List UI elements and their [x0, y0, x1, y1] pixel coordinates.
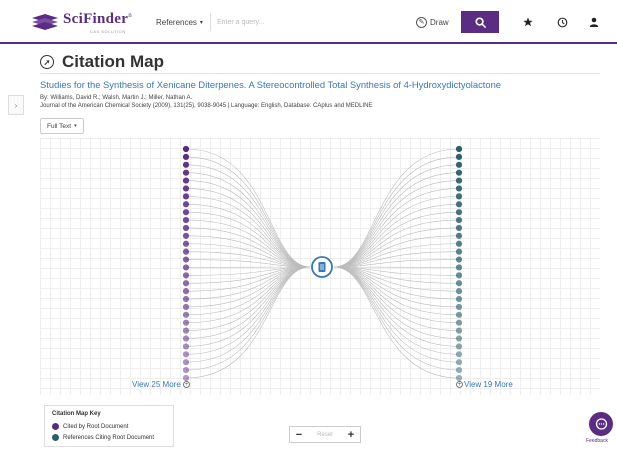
right-citation-node[interactable] [455, 327, 463, 334]
citation-map-graph[interactable] [0, 0, 617, 459]
chat-bubble-icon [595, 417, 607, 430]
citation-map-key: Citation Map Key Cited by Root Document … [44, 405, 174, 447]
right-citation-link [333, 196, 460, 268]
zoom-out-button[interactable]: − [290, 427, 308, 442]
zoom-reset-button[interactable]: Reset [308, 432, 342, 438]
key-item-citing-root: References Citing Root Document [52, 434, 154, 441]
right-citation-node[interactable] [455, 185, 463, 192]
left-citation-node[interactable] [182, 303, 190, 311]
right-citation-node[interactable] [455, 224, 463, 232]
left-citation-node[interactable] [182, 264, 190, 271]
left-citation-node[interactable] [182, 201, 190, 208]
left-citation-node[interactable] [182, 343, 190, 350]
left-citation-node[interactable] [182, 185, 190, 192]
left-citation-node[interactable] [182, 351, 190, 358]
right-citation-node[interactable] [455, 145, 463, 153]
key-dot [52, 423, 59, 430]
left-citation-node[interactable] [182, 232, 190, 239]
right-citation-node[interactable] [455, 264, 463, 271]
right-citation-node[interactable] [455, 295, 463, 303]
left-citation-link [185, 266, 311, 339]
right-citation-node[interactable] [455, 153, 463, 160]
right-citation-node[interactable] [455, 232, 463, 239]
expand-right-icon[interactable]: + [456, 381, 463, 388]
left-citation-node[interactable] [182, 145, 190, 153]
left-citation-node[interactable] [182, 359, 190, 366]
view-more-left-link[interactable]: View 25 More [132, 380, 181, 389]
right-citation-node[interactable] [455, 201, 463, 208]
right-citation-node[interactable] [455, 248, 463, 255]
key-item-cited-by-root: Cited by Root Document [52, 423, 128, 430]
left-citation-node[interactable] [182, 311, 190, 318]
left-citation-link [185, 266, 311, 379]
right-citation-node[interactable] [455, 272, 463, 279]
left-citation-node[interactable] [182, 209, 190, 216]
feedback-button[interactable] [589, 412, 613, 436]
left-citation-node[interactable] [182, 193, 190, 200]
key-item-label: Cited by Root Document [63, 423, 129, 430]
key-item-label: References Citing Root Document [63, 434, 155, 441]
right-citation-node[interactable] [455, 311, 463, 318]
right-citation-link [333, 266, 460, 331]
left-citation-node[interactable] [182, 153, 190, 160]
key-dot [52, 434, 59, 441]
left-citation-node[interactable] [182, 272, 190, 279]
right-citation-node[interactable] [455, 303, 463, 311]
left-citation-node[interactable] [182, 161, 190, 168]
view-more-right-link[interactable]: View 19 More [464, 380, 513, 389]
right-citation-node[interactable] [455, 216, 463, 224]
left-citation-node[interactable] [182, 240, 190, 247]
zoom-in-button[interactable]: + [342, 427, 360, 442]
left-citation-node[interactable] [182, 288, 190, 295]
right-citation-node[interactable] [455, 177, 463, 184]
left-citation-node[interactable] [182, 216, 190, 224]
feedback-label: Feedback [586, 438, 608, 444]
left-citation-node[interactable] [182, 169, 190, 176]
right-citation-link [333, 266, 460, 363]
left-citation-node[interactable] [182, 335, 190, 342]
right-citation-node[interactable] [455, 209, 463, 216]
expand-left-icon[interactable]: + [183, 381, 190, 388]
left-citation-node[interactable] [182, 295, 190, 303]
right-citation-node[interactable] [455, 288, 463, 295]
zoom-controls: − Reset + [289, 426, 361, 443]
left-citation-link [185, 266, 311, 363]
right-citation-node[interactable] [455, 193, 463, 200]
right-citation-node[interactable] [455, 367, 463, 374]
right-citation-node[interactable] [455, 335, 463, 342]
left-citation-link [185, 266, 311, 331]
left-citation-node[interactable] [182, 319, 190, 326]
left-citation-node[interactable] [182, 367, 190, 374]
right-citation-node[interactable] [455, 169, 463, 176]
right-citation-node[interactable] [455, 280, 463, 287]
right-citation-link [333, 266, 460, 339]
left-citation-node[interactable] [182, 177, 190, 184]
left-citation-node[interactable] [182, 248, 190, 255]
left-citation-link [185, 172, 311, 268]
left-citation-node[interactable] [182, 224, 190, 232]
right-citation-link [333, 266, 460, 379]
right-citation-node[interactable] [455, 351, 463, 358]
right-citation-node[interactable] [455, 240, 463, 247]
right-citation-link [333, 172, 460, 268]
left-citation-node[interactable] [182, 256, 190, 263]
left-citation-link [185, 196, 311, 268]
right-citation-node[interactable] [455, 343, 463, 350]
right-citation-node[interactable] [455, 359, 463, 366]
right-citation-node[interactable] [455, 319, 463, 326]
right-citation-node[interactable] [455, 256, 463, 263]
left-citation-node[interactable] [182, 280, 190, 287]
key-title: Citation Map Key [52, 411, 101, 417]
right-citation-node[interactable] [455, 161, 463, 168]
left-citation-node[interactable] [182, 327, 190, 334]
